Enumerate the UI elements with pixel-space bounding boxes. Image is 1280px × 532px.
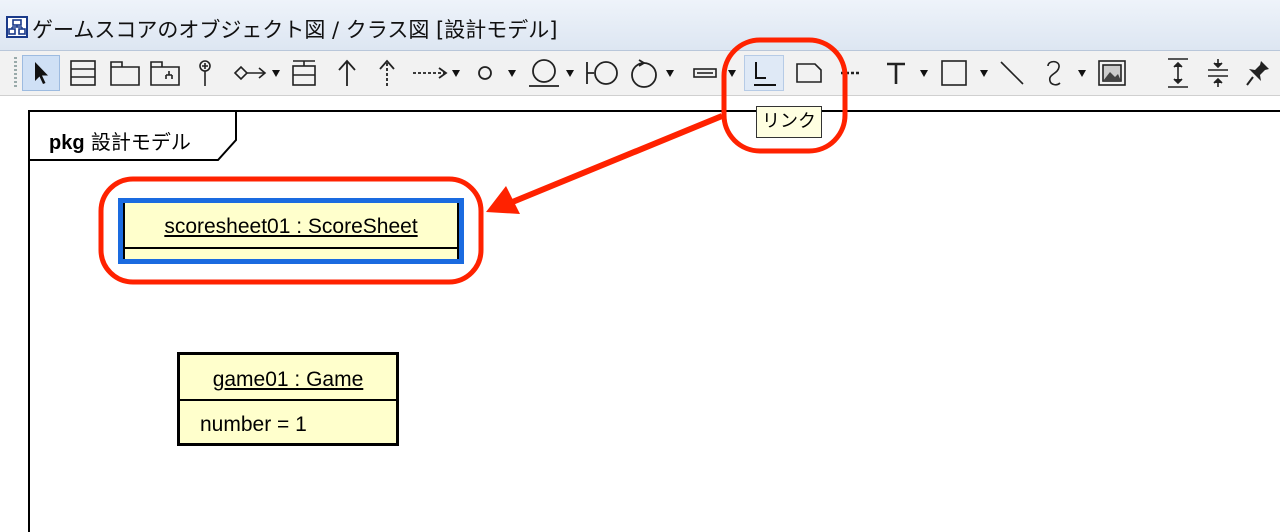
node-icon[interactable] [470, 55, 500, 91]
object-divider [180, 399, 396, 401]
association-dropdown[interactable] [272, 70, 280, 77]
note-icon[interactable] [790, 55, 828, 91]
package-name: 設計モデル [90, 130, 191, 154]
object-name: scoresheet01 : ScoreSheet [164, 215, 418, 238]
socket-dropdown[interactable] [566, 70, 574, 77]
toolbar-grip[interactable] [14, 57, 17, 89]
title-bar: ゲームスコアのオブジェクト図 / クラス図 [設計モデル] [0, 0, 1280, 51]
realization-icon[interactable] [370, 55, 404, 91]
selection-arrow-icon[interactable] [22, 55, 60, 91]
package-frame-label: pkg 設計モデル [49, 126, 191, 155]
object-scoresheet01[interactable]: scoresheet01 : ScoreSheet [118, 198, 464, 264]
package-keyword: pkg [49, 132, 85, 154]
vertical-space-icon[interactable] [1160, 55, 1196, 91]
image-icon[interactable] [1094, 55, 1130, 91]
rectangle-icon[interactable] [936, 55, 972, 91]
attribute-dropdown[interactable] [728, 70, 736, 77]
line-icon[interactable] [994, 55, 1030, 91]
dependency-dropdown[interactable] [452, 70, 460, 77]
subsystem-icon[interactable] [146, 55, 184, 91]
diagram-toolbar [0, 51, 1280, 96]
dependency-icon[interactable] [408, 55, 452, 91]
text-dropdown[interactable] [920, 70, 928, 77]
cycle-dropdown[interactable] [666, 70, 674, 77]
cycle-icon[interactable] [624, 55, 664, 91]
attribute-icon[interactable] [688, 55, 722, 91]
instance-spec-icon[interactable] [286, 55, 322, 91]
interface-lollipop-icon[interactable] [188, 55, 222, 91]
freehand-dropdown[interactable] [1078, 70, 1086, 77]
note-anchor-icon[interactable] [836, 55, 866, 91]
class-icon[interactable] [64, 55, 102, 91]
rectangle-dropdown[interactable] [980, 70, 988, 77]
window-title: ゲームスコアのオブジェクト図 / クラス図 [設計モデル] [32, 18, 558, 42]
node-dropdown[interactable] [508, 70, 516, 77]
freehand-icon[interactable] [1036, 55, 1072, 91]
link-tooltip: リンク [756, 106, 822, 138]
diagram-canvas[interactable] [28, 110, 1280, 532]
lollipop-socket-icon[interactable] [582, 55, 622, 91]
object-divider [125, 247, 457, 249]
socket-icon[interactable] [524, 55, 564, 91]
link-icon[interactable] [744, 55, 784, 91]
horizontal-space-icon[interactable] [1200, 55, 1236, 91]
pin-icon[interactable] [1240, 55, 1276, 91]
object-name: game01 : Game [212, 368, 364, 391]
generalization-icon[interactable] [330, 55, 364, 91]
text-icon[interactable] [878, 55, 914, 91]
diagram-icon [6, 16, 28, 38]
object-attribute: number = 1 [200, 413, 307, 436]
association-icon[interactable] [230, 55, 270, 91]
object-game01[interactable]: game01 : Game number = 1 [177, 352, 399, 446]
package-icon[interactable] [106, 55, 144, 91]
